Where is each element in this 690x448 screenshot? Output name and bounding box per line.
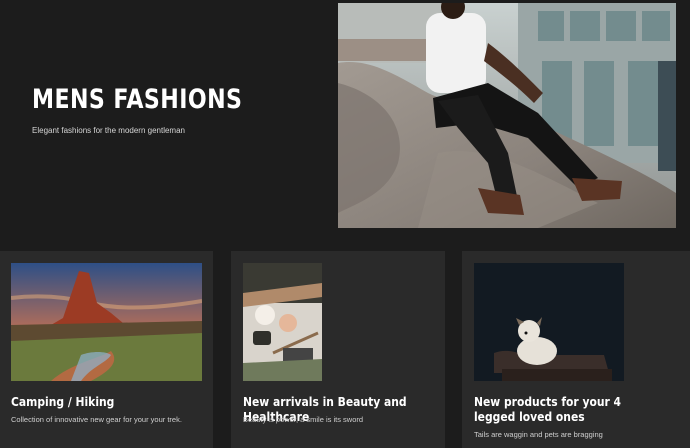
card-title[interactable]: New products for your 4 legged loved one… [474, 394, 659, 424]
category-card-beauty[interactable]: New arrivals in Beauty and Healthcare Be… [231, 251, 445, 448]
category-card-camping[interactable]: Camping / Hiking Collection of innovativ… [0, 251, 213, 448]
hero-title: MENS FASHIONS [32, 84, 243, 115]
card-description: Beauty is power, a smile is its sword [243, 415, 364, 424]
card-description: Tails are waggin and pets are bragging [474, 430, 603, 439]
camping-image[interactable] [11, 263, 202, 381]
card-description: Collection of innovative new gear for yo… [11, 415, 182, 424]
hero-subtitle: Elegant fashions for the modern gentlema… [32, 126, 185, 135]
card-title[interactable]: Camping / Hiking [11, 394, 209, 409]
pets-image[interactable] [474, 263, 624, 381]
category-card-pets[interactable]: New products for your 4 legged loved one… [462, 251, 690, 448]
hero-section: MENS FASHIONS Elegant fashions for the m… [0, 0, 690, 238]
hero-image[interactable] [338, 3, 676, 228]
beauty-image[interactable] [243, 263, 322, 381]
